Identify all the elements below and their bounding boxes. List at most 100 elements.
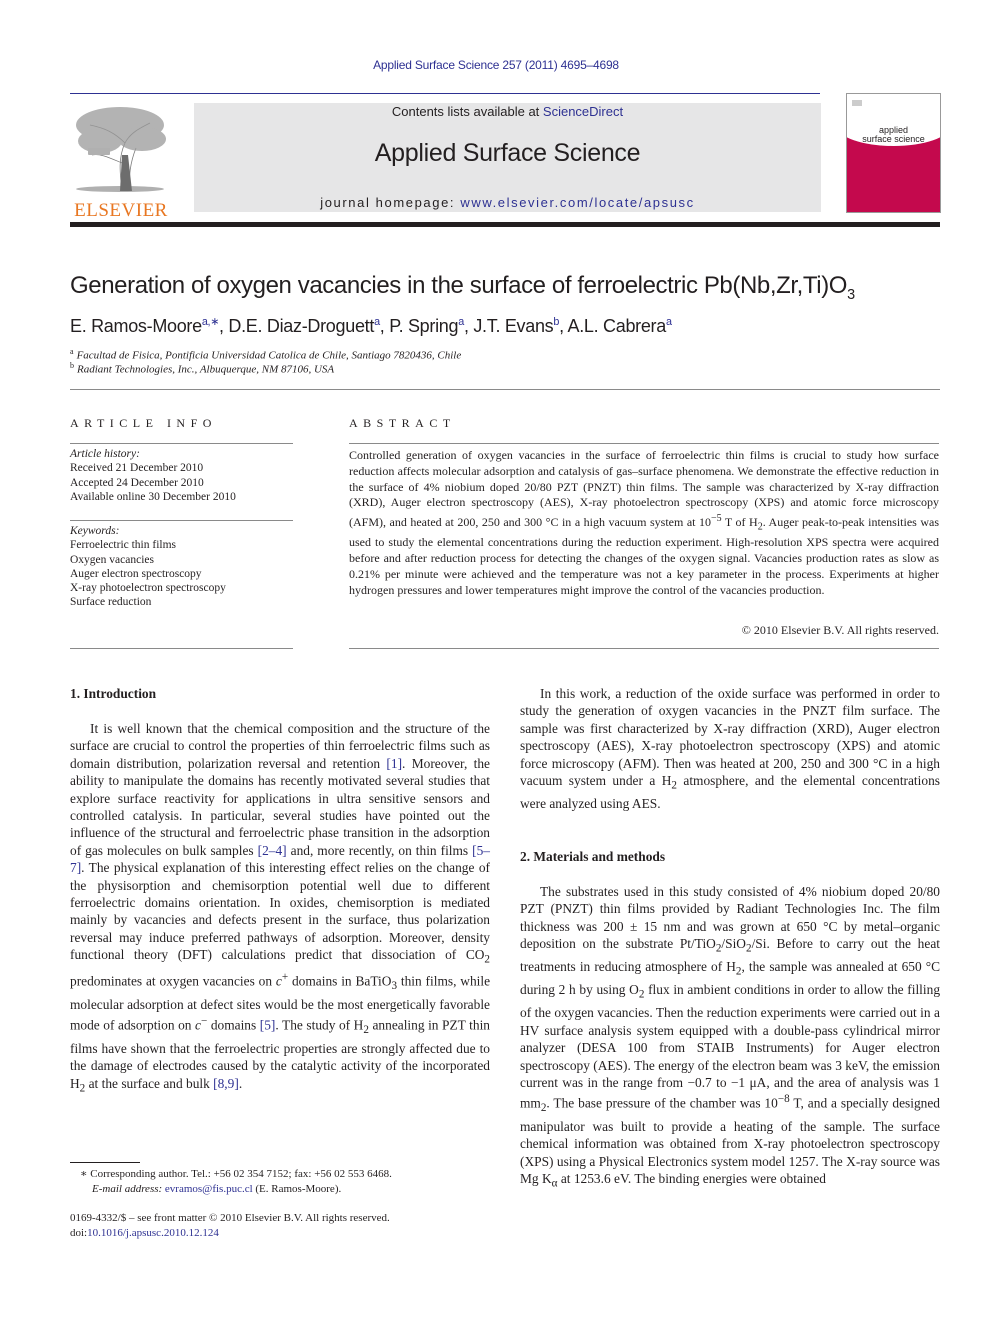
abstract-copyright: © 2010 Elsevier B.V. All rights reserved… xyxy=(741,623,939,637)
author-name: P. Spring xyxy=(389,316,459,336)
separator: , xyxy=(219,316,229,336)
doi-line: doi:10.1016/j.apsusc.2010.12.124 xyxy=(70,1226,510,1241)
email-link[interactable]: evramos@fis.puc.cl xyxy=(165,1183,253,1195)
text-run: at the surface and bulk xyxy=(85,1075,214,1091)
author-name: D.E. Diaz-Droguett xyxy=(228,316,375,336)
keyword-item: Surface reduction xyxy=(70,596,152,609)
superscript: −8 xyxy=(777,1093,790,1106)
separator: , xyxy=(379,316,390,336)
abstract-body: Controlled generation of oxygen vacancie… xyxy=(349,448,939,599)
article-history: Article history: Received 21 December 20… xyxy=(70,447,293,504)
header-rule xyxy=(70,93,820,94)
text-run: domains xyxy=(207,1017,260,1033)
abstract-heading: ABSTRACT xyxy=(349,416,456,430)
title-text: Generation of oxygen vacancies in the su… xyxy=(70,272,848,299)
paragraph: It is well known that the chemical compo… xyxy=(70,720,490,1098)
email-suffix: (E. Ramos-Moore). xyxy=(252,1183,342,1195)
elsevier-logo[interactable]: ELSEVIER xyxy=(70,103,172,221)
front-matter: 0169-4332/$ – see front matter © 2010 El… xyxy=(70,1211,510,1241)
sciencedirect-link[interactable]: ScienceDirect xyxy=(543,104,623,119)
issn-line: 0169-4332/$ – see front matter © 2010 El… xyxy=(70,1212,390,1224)
paragraph: The substrates used in this study consis… xyxy=(520,883,940,1193)
email-line: E-mail address: evramos@fis.puc.cl (E. R… xyxy=(80,1182,500,1197)
divider xyxy=(70,648,293,649)
text-run: and, more recently, on thin films xyxy=(286,842,473,858)
paragraph: In this work, a reduction of the oxide s… xyxy=(520,685,940,813)
methods-paragraph-1: The substrates used in this study consis… xyxy=(520,883,940,1193)
text-run: domains in BaTiO xyxy=(288,973,392,989)
intro-paragraph-1: It is well known that the chemical compo… xyxy=(70,720,490,1098)
cover-title: applied surface science xyxy=(847,126,940,144)
email-label: E-mail address: xyxy=(92,1183,165,1195)
divider xyxy=(70,443,293,444)
affiliation-key: a xyxy=(70,347,74,356)
intro-paragraph-2: In this work, a reduction of the oxide s… xyxy=(520,685,940,813)
author-affiliation-marker[interactable]: a xyxy=(666,316,672,328)
corresponding-author: ∗ Corresponding author. Tel.: +56 02 354… xyxy=(80,1168,392,1180)
keyword-item: Oxygen vacancies xyxy=(70,553,154,566)
divider xyxy=(349,443,939,444)
article-info-heading: ARTICLE INFO xyxy=(70,416,217,430)
keyword-item: Auger electron spectroscopy xyxy=(70,567,202,580)
reference-link[interactable]: [1] xyxy=(386,756,402,771)
elsevier-tree-icon xyxy=(76,107,166,192)
author-list: E. Ramos-Moorea,∗, D.E. Diaz-Droguetta, … xyxy=(70,315,672,337)
keywords: Keywords: Ferroelectric thin films Oxyge… xyxy=(70,524,293,610)
text-run: . The base pressure of the chamber was 1… xyxy=(546,1095,778,1111)
history-received: Received 21 December 2010 xyxy=(70,462,204,475)
divider xyxy=(70,520,293,521)
homepage-prefix: journal homepage: xyxy=(320,195,461,210)
author-name: A.L. Cabrera xyxy=(567,316,667,336)
article-title: Generation of oxygen vacancies in the su… xyxy=(70,272,855,303)
affiliation-key: b xyxy=(70,361,74,370)
text-run: . xyxy=(238,1075,243,1091)
contents-line: Contents lists available at ScienceDirec… xyxy=(194,104,821,119)
keyword-item: X-ray photoelectron spectroscopy xyxy=(70,582,226,595)
separator: , xyxy=(559,316,568,336)
history-online: Available online 30 December 2010 xyxy=(70,490,236,503)
text-run: . The physical explanation of this inter… xyxy=(70,860,490,963)
cover-title-line2: surface science xyxy=(862,134,925,144)
affiliation-text: Radiant Technologies, Inc., Albuquerque,… xyxy=(77,363,335,376)
header-thick-rule xyxy=(70,222,940,227)
journal-banner: Contents lists available at ScienceDirec… xyxy=(194,103,821,212)
reference-link[interactable]: [8,9] xyxy=(213,1076,239,1091)
history-accepted: Accepted 24 December 2010 xyxy=(70,476,204,489)
text-run: at 1253.6 eV. The binding energies were … xyxy=(557,1171,826,1187)
journal-cover-thumbnail[interactable]: applied surface science xyxy=(846,93,941,213)
author-name: J.T. Evans xyxy=(473,316,554,336)
affiliation-b: b Radiant Technologies, Inc., Albuquerque… xyxy=(70,361,334,376)
elsevier-wordmark: ELSEVIER xyxy=(74,200,168,221)
divider xyxy=(70,389,940,390)
text-run: flux in ambient conditions in order to a… xyxy=(520,982,941,1111)
doi-link[interactable]: 10.1016/j.apsusc.2010.12.124 xyxy=(87,1227,219,1239)
journal-citation[interactable]: Applied Surface Science 257 (2011) 4695–… xyxy=(0,58,992,72)
journal-title: Applied Surface Science xyxy=(374,139,641,167)
footnote-rule xyxy=(70,1162,140,1163)
author-name: E. Ramos-Moore xyxy=(70,316,202,336)
text-run: /SiO xyxy=(721,936,746,952)
divider xyxy=(349,648,939,649)
abstract-text: T of H xyxy=(721,515,758,530)
doi-label: doi: xyxy=(70,1227,88,1239)
corresponding-author-footnote: ∗ Corresponding author. Tel.: +56 02 354… xyxy=(80,1167,500,1197)
subscript: 2 xyxy=(484,953,490,966)
reference-link[interactable]: [2–4] xyxy=(258,843,287,858)
contents-prefix: Contents lists available at xyxy=(391,104,543,119)
section-heading-methods: 2. Materials and methods xyxy=(520,849,666,864)
homepage-link[interactable]: www.elsevier.com/locate/apsusc xyxy=(460,195,694,210)
reference-link[interactable]: [5] xyxy=(260,1018,276,1033)
section-heading-introduction: 1. Introduction xyxy=(70,686,157,701)
text-run: . The study of H xyxy=(275,1017,364,1033)
author-affiliation-marker[interactable]: a,∗ xyxy=(202,316,219,328)
affiliation-text: Facultad de Fisica, Pontificia Universid… xyxy=(76,349,462,362)
superscript: −5 xyxy=(710,513,722,525)
title-subscript: 3 xyxy=(847,286,855,303)
history-label: Article history: xyxy=(70,448,140,460)
text-run: predominates at oxygen vacancies on xyxy=(70,973,276,989)
affiliation-a: a Facultad de Fisica, Pontificia Universi… xyxy=(70,347,461,362)
journal-homepage: journal homepage: www.elsevier.com/locat… xyxy=(194,195,821,210)
keywords-label: Keywords: xyxy=(70,525,120,537)
keyword-item: Ferroelectric thin films xyxy=(70,539,177,552)
separator: , xyxy=(463,316,474,336)
